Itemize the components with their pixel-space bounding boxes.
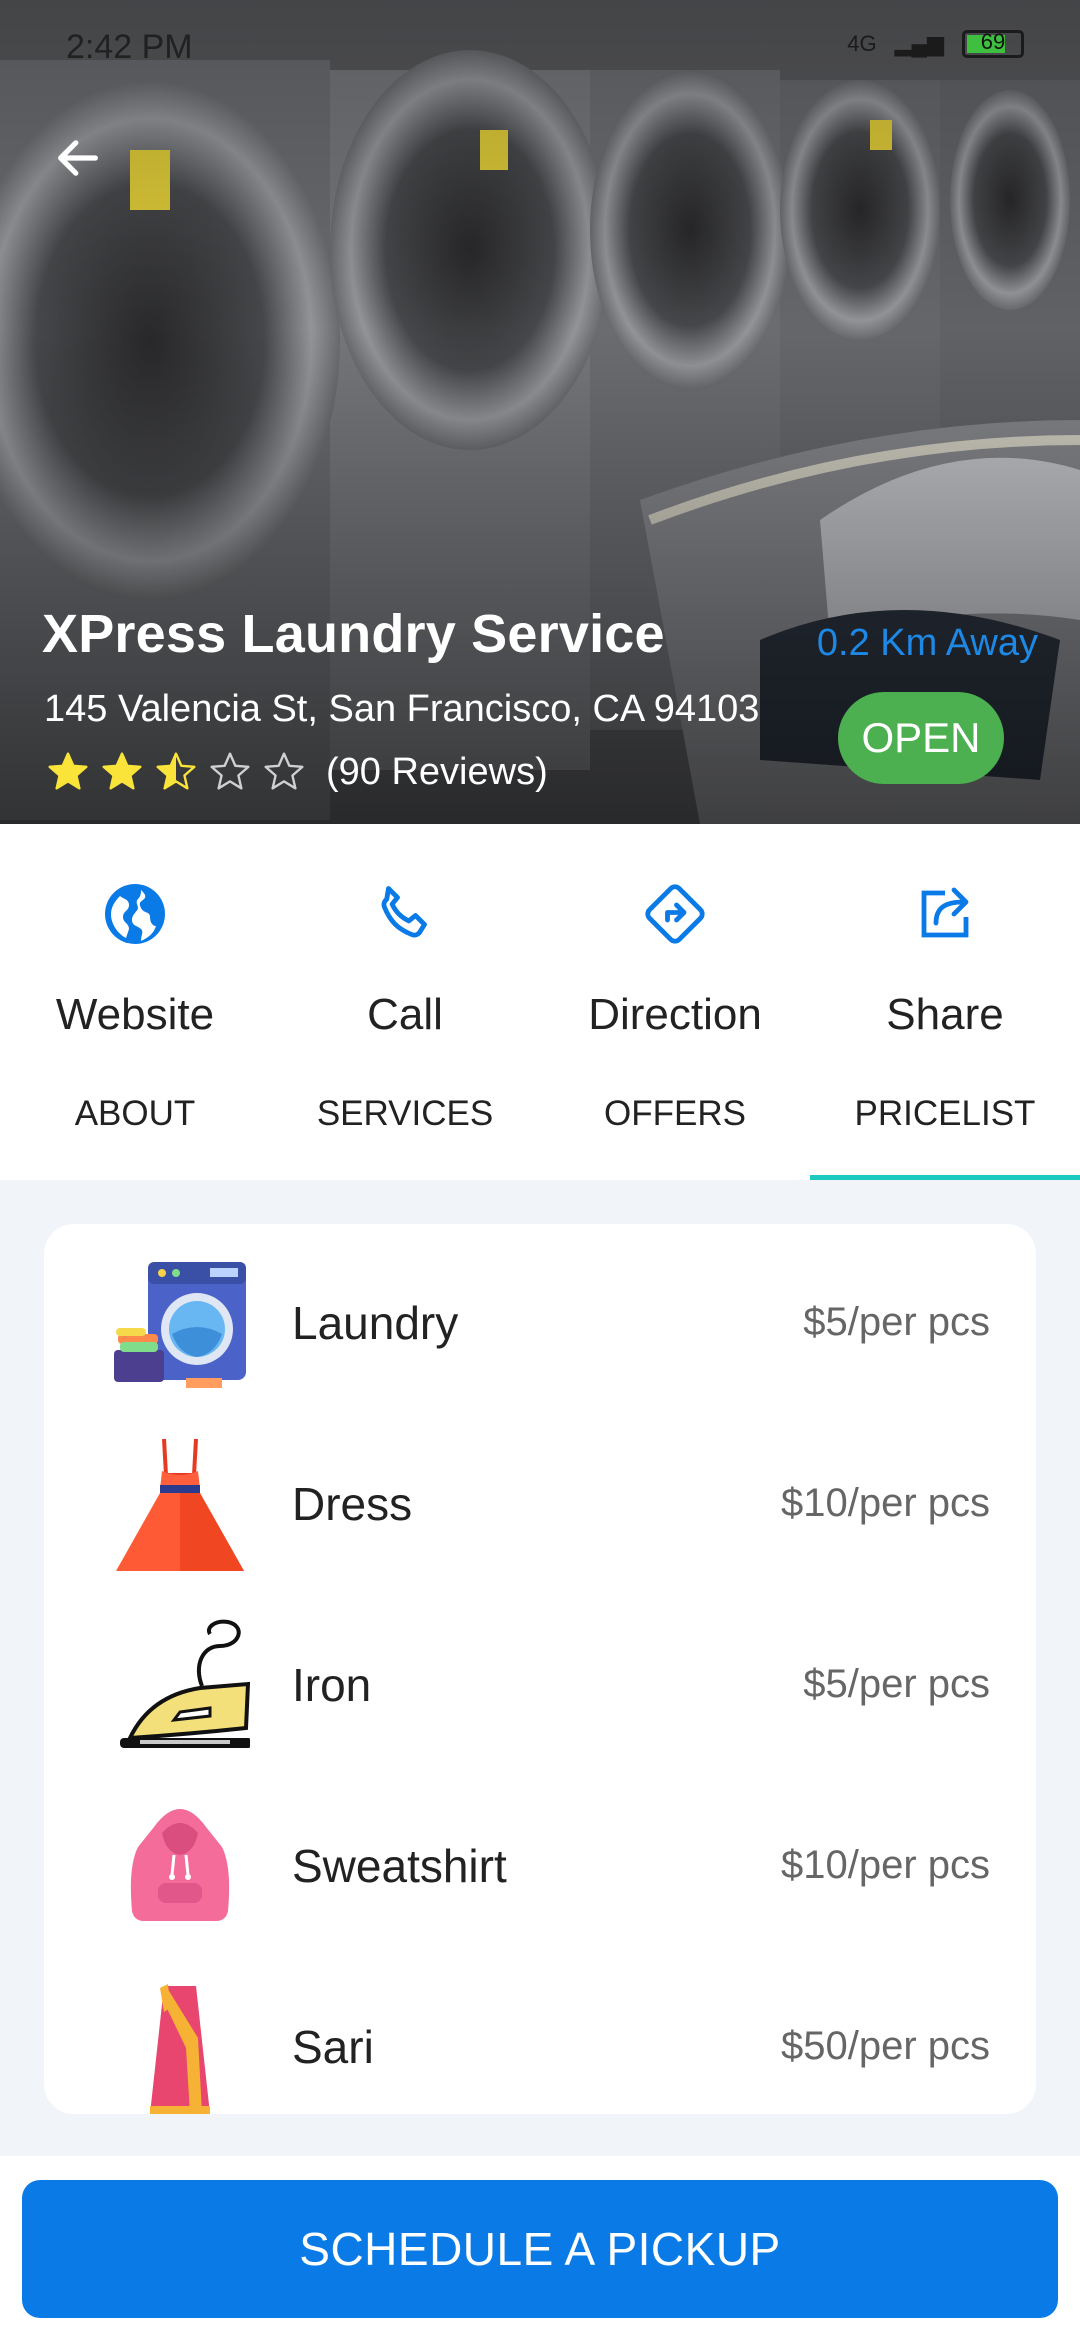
share-label: Share bbox=[886, 990, 1004, 1039]
tab-about[interactable]: ABOUT bbox=[0, 1054, 270, 1180]
star-empty-icon bbox=[264, 752, 304, 790]
direction-icon bbox=[645, 884, 705, 944]
schedule-pickup-button[interactable]: SCHEDULE A PICKUP bbox=[22, 2180, 1058, 2318]
network-label: 4G bbox=[847, 31, 877, 56]
call-label: Call bbox=[367, 990, 443, 1039]
signal-icon: ▂▄▆ bbox=[894, 31, 944, 56]
item-name: Laundry bbox=[292, 1297, 459, 1349]
washing-machine-icon bbox=[114, 1262, 246, 1388]
review-count[interactable]: (90 Reviews) bbox=[326, 751, 548, 794]
arrow-left-icon bbox=[58, 140, 98, 176]
star-empty-icon bbox=[210, 752, 250, 790]
tab-services[interactable]: SERVICES bbox=[270, 1054, 540, 1180]
item-name: Sweatshirt bbox=[292, 1840, 507, 1892]
share-icon bbox=[921, 887, 969, 938]
sari-icon bbox=[150, 1984, 210, 2114]
list-item[interactable]: Sweatshirt $10/per pcs bbox=[44, 1767, 1036, 1948]
shop-name: XPress Laundry Service bbox=[42, 604, 665, 664]
battery-icon: 69 bbox=[962, 29, 1024, 58]
tab-pricelist[interactable]: PRICELIST bbox=[810, 1054, 1080, 1180]
pricelist-card: Laundry $5/per pcs Dress $10/per pcs Iro… bbox=[44, 1224, 1036, 2114]
star-half-icon bbox=[156, 752, 196, 790]
star-full-icon bbox=[102, 752, 142, 790]
list-item[interactable]: Laundry $5/per pcs bbox=[44, 1224, 1036, 1405]
star-full-icon bbox=[48, 752, 88, 790]
distance-label: 0.2 Km Away bbox=[816, 622, 1038, 664]
tab-offers[interactable]: OFFERS bbox=[540, 1054, 810, 1180]
hero-banner: 2:42 PM 4G ▂▄▆ 69 XPress Laundry Service… bbox=[0, 0, 1080, 824]
direction-label: Direction bbox=[588, 990, 762, 1039]
item-price: $10/per pcs bbox=[780, 1843, 990, 1887]
item-price: $50/per pcs bbox=[780, 2024, 990, 2068]
share-button[interactable]: Share bbox=[810, 824, 1080, 1054]
status-time: 2:42 PM bbox=[66, 28, 193, 66]
item-name: Iron bbox=[292, 1659, 372, 1711]
phone-icon bbox=[381, 886, 427, 938]
shop-address: 145 Valencia St, San Francisco, CA 94103 bbox=[44, 688, 760, 730]
rating-row: (90 Reviews) bbox=[46, 750, 548, 794]
star-rating bbox=[46, 750, 306, 794]
website-label: Website bbox=[55, 990, 215, 1039]
call-button[interactable]: Call bbox=[270, 824, 540, 1054]
status-bar: 2:42 PM 4G ▂▄▆ 69 bbox=[0, 0, 1080, 96]
website-button[interactable]: Website bbox=[0, 824, 270, 1054]
dress-icon bbox=[116, 1438, 244, 1571]
iron-icon bbox=[120, 1619, 250, 1748]
direction-button[interactable]: Direction bbox=[540, 824, 810, 1054]
list-item[interactable]: Iron $5/per pcs bbox=[44, 1586, 1036, 1767]
item-name: Dress bbox=[292, 1478, 413, 1530]
back-button[interactable] bbox=[40, 120, 116, 196]
item-price: $5/per pcs bbox=[803, 1662, 990, 1706]
item-name: Sari bbox=[292, 2021, 374, 2073]
item-price: $5/per pcs bbox=[803, 1300, 990, 1344]
globe-icon bbox=[105, 884, 165, 944]
status-icons: 4G ▂▄▆ 69 bbox=[847, 29, 1024, 58]
action-bar: Website Call Direction Share bbox=[0, 824, 1080, 1054]
item-price: $10/per pcs bbox=[780, 1481, 990, 1525]
open-status-badge: OPEN bbox=[838, 692, 1004, 784]
tab-bar: ABOUT SERVICES OFFERS PRICELIST bbox=[0, 1054, 1080, 1180]
sweatshirt-icon bbox=[130, 1809, 230, 1921]
battery-level: 69 bbox=[980, 29, 1006, 54]
list-item[interactable]: Dress $10/per pcs bbox=[44, 1405, 1036, 1586]
list-item[interactable]: Sari $50/per pcs bbox=[44, 1948, 1036, 2114]
